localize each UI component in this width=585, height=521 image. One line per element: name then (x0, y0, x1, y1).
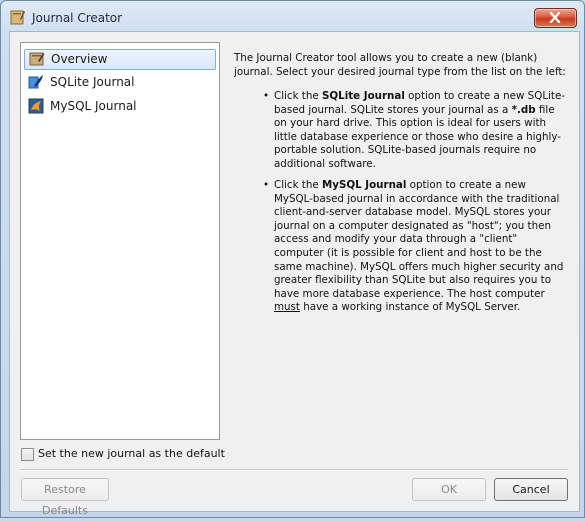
mysql-icon (28, 98, 44, 114)
dialog-body: Overview SQLite Journal MySQL Journal Th… (9, 31, 580, 517)
sidebar-item-mysql-journal[interactable]: MySQL Journal (24, 97, 214, 116)
sqlite-description-text: Click the SQLite Journal option to creat… (274, 90, 566, 172)
mysql-description: • Click the MySQL Journal option to crea… (263, 179, 566, 315)
bullet-dot: • (263, 90, 270, 102)
mysql-journal-term: MySQL Journal (321, 179, 407, 191)
default-journal-checkbox[interactable] (21, 448, 34, 461)
mysql-description-text: Click the MySQL Journal option to create… (274, 179, 566, 315)
window-title: Journal Creator (32, 11, 123, 25)
text-fragment: option to create a new MySQL-based journ… (274, 179, 564, 300)
must-emphasis: must (274, 301, 300, 314)
journal-creator-window: Journal Creator Overview SQLite Journal … (0, 0, 585, 518)
title-bar[interactable]: Journal Creator (1, 1, 584, 35)
intro-paragraph: The Journal Creator tool allows you to c… (234, 52, 566, 78)
sidebar-item-label: MySQL Journal (50, 99, 137, 113)
journal-type-list: Overview SQLite Journal MySQL Journal (20, 42, 220, 440)
overview-icon (29, 51, 45, 67)
close-button[interactable] (534, 8, 577, 28)
intro-text: The Journal Creator tool allows you to c… (234, 52, 570, 79)
text-fragment: Click the (274, 179, 322, 191)
text-fragment: have a working instance of MySQL Server. (299, 301, 521, 314)
ok-button[interactable]: OK (412, 478, 486, 501)
restore-defaults-button[interactable]: Restore Defaults (21, 478, 109, 517)
bullet-dot: • (263, 179, 270, 191)
sidebar-item-label: SQLite Journal (50, 75, 135, 89)
sidebar-item-label: Overview (51, 52, 108, 66)
sqlite-journal-term: SQLite Journal (321, 90, 405, 102)
cancel-button[interactable]: Cancel (494, 478, 568, 501)
default-journal-checkbox-label[interactable]: Set the new journal as the default (38, 447, 225, 460)
sidebar-item-overview[interactable]: Overview (24, 49, 216, 70)
text-fragment: Click the (274, 90, 322, 102)
sqlite-description: • Click the SQLite Journal option to cre… (263, 90, 566, 172)
db-extension-term: *.db (511, 103, 536, 116)
divider (20, 469, 568, 471)
sqlite-icon (28, 74, 44, 90)
journal-app-icon (10, 10, 25, 25)
close-icon (549, 12, 561, 23)
sidebar-item-sqlite-journal[interactable]: SQLite Journal (24, 73, 214, 92)
